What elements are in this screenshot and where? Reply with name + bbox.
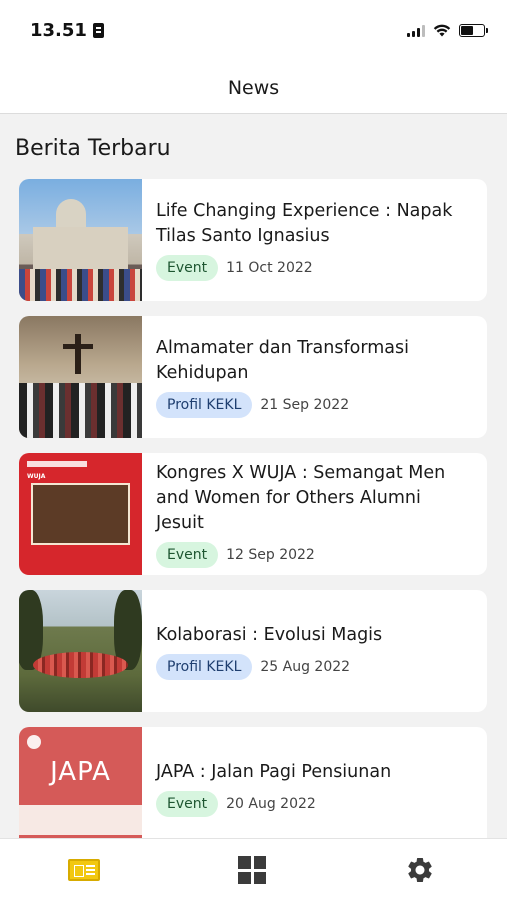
news-card[interactable]: Kolaborasi : Evolusi Magis Profil KEKL 2… (19, 590, 487, 712)
tab-settings[interactable] (400, 853, 440, 887)
news-card-body: Almamater dan Transformasi Kehidupan Pro… (142, 316, 487, 438)
cellular-signal-icon (407, 24, 425, 37)
news-card[interactable]: JAPA JAPA : Jalan Pagi Pensiunan Event 2… (19, 727, 487, 838)
news-card-body: Kongres X WUJA : Semangat Men and Women … (142, 453, 487, 575)
grid-icon (238, 856, 266, 884)
poster-label: WUJA (27, 473, 46, 480)
news-content[interactable]: Berita Terbaru Life Changing Experience … (0, 114, 507, 838)
news-card-body: Life Changing Experience : Napak Tilas S… (142, 179, 487, 301)
news-meta: Event 20 Aug 2022 (156, 790, 473, 817)
news-card[interactable]: Life Changing Experience : Napak Tilas S… (19, 179, 487, 301)
news-card[interactable]: Almamater dan Transformasi Kehidupan Pro… (19, 316, 487, 438)
news-card-body: Kolaborasi : Evolusi Magis Profil KEKL 2… (142, 590, 487, 712)
page-title: News (227, 76, 280, 99)
battery-icon (459, 24, 488, 37)
id-badge-icon (92, 23, 104, 38)
news-title: Kolaborasi : Evolusi Magis (156, 624, 383, 645)
news-meta: Profil KEKL 21 Sep 2022 (156, 392, 473, 418)
bottom-tab-bar (0, 838, 507, 900)
status-bar: 13.51 (0, 0, 507, 62)
news-date: 11 Oct 2022 (226, 260, 313, 276)
news-date: 21 Sep 2022 (260, 397, 350, 413)
newspaper-icon (68, 859, 100, 881)
news-meta: Profil KEKL 25 Aug 2022 (156, 653, 473, 680)
status-time: 13.51 (30, 20, 87, 41)
news-title: Kongres X WUJA : Semangat Men and Women … (156, 462, 446, 533)
navigation-bar: News (0, 62, 507, 114)
news-date: 12 Sep 2022 (226, 546, 315, 563)
news-thumbnail-poster: WUJA (19, 453, 142, 575)
news-date: 20 Aug 2022 (226, 795, 316, 812)
news-date: 25 Aug 2022 (260, 658, 351, 675)
news-thumbnail-gathering (19, 590, 142, 712)
section-title: Berita Terbaru (15, 136, 171, 161)
category-badge: Event (156, 541, 219, 568)
news-title: JAPA : Jalan Pagi Pensiunan (156, 761, 392, 782)
news-title: Life Changing Experience : Napak Tilas S… (156, 201, 453, 246)
status-indicators (407, 24, 488, 37)
tab-news[interactable] (64, 853, 104, 887)
news-card-body: JAPA : Jalan Pagi Pensiunan Event 20 Aug… (142, 727, 487, 838)
tab-menu[interactable] (232, 853, 272, 887)
news-thumbnail-chapel (19, 316, 142, 438)
category-badge: Event (156, 255, 219, 281)
news-title: Almamater dan Transformasi Kehidupan (156, 338, 409, 383)
news-thumbnail-church (19, 179, 142, 301)
poster-label: JAPA (50, 757, 111, 787)
category-badge: Profil KEKL (156, 653, 253, 680)
status-time-group: 13.51 (30, 20, 104, 41)
news-thumbnail-japa-poster: JAPA (19, 727, 142, 838)
category-badge: Profil KEKL (156, 392, 253, 418)
news-meta: Event 11 Oct 2022 (156, 255, 473, 281)
category-badge: Event (156, 790, 219, 817)
news-card[interactable]: WUJA Kongres X WUJA : Semangat Men and W… (19, 453, 487, 575)
news-meta: Event 12 Sep 2022 (156, 541, 473, 568)
wifi-icon (433, 24, 451, 37)
gear-icon (408, 858, 432, 882)
